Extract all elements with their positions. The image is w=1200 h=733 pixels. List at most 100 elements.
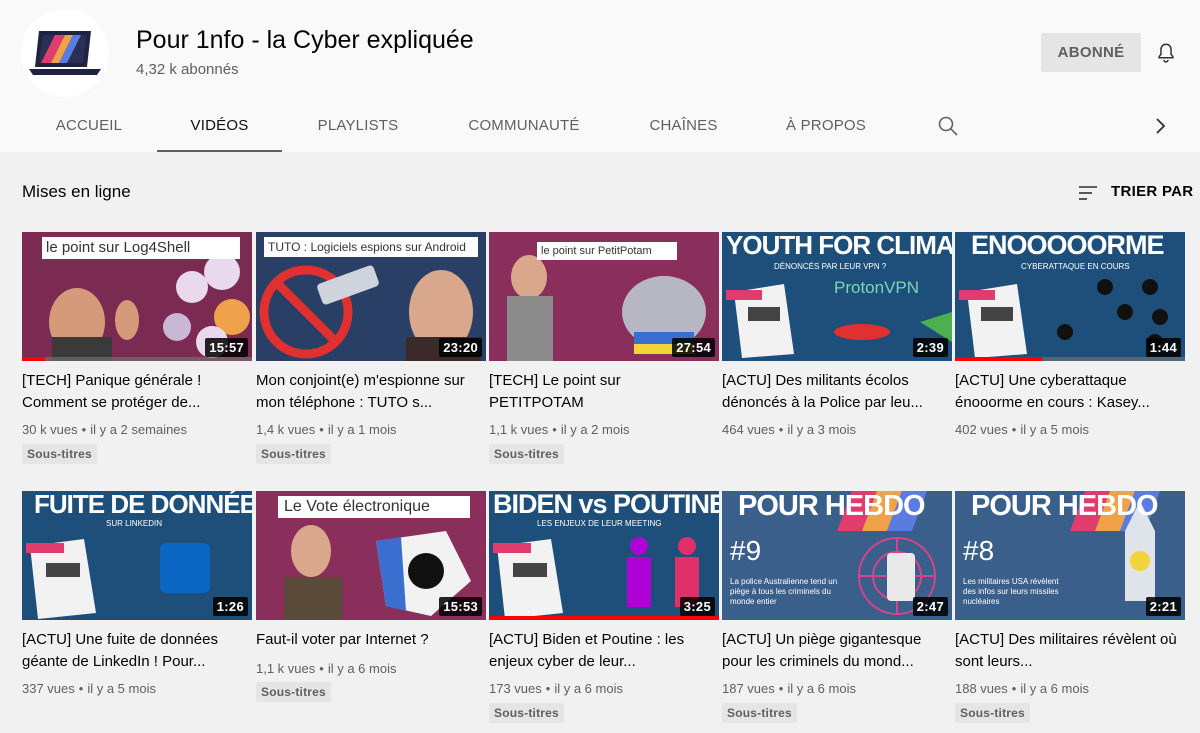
thumbnail-subcaption: La police Australienne tend un piège à t… bbox=[730, 577, 838, 606]
video-meta: 337 vues • il y a 5 mois bbox=[22, 681, 156, 696]
duration-badge: 27:54 bbox=[672, 338, 715, 357]
thumbnail-subcaption: Les militaires USA révèlent des infos su… bbox=[963, 577, 1059, 606]
watch-progress bbox=[955, 357, 1043, 361]
upload-age: il y a 5 mois bbox=[1020, 422, 1089, 437]
view-count: 173 vues bbox=[489, 681, 542, 696]
video-title[interactable]: Mon conjoint(e) m'espionne sur mon télép… bbox=[256, 370, 486, 414]
thumbnail-caption: FUITE DE DONNÉES bbox=[34, 491, 252, 519]
channel-title[interactable]: Pour 1nfo - la Cyber expliquée bbox=[136, 26, 474, 55]
video-thumbnail[interactable]: POUR HEBDO #9 La police Australienne ten… bbox=[722, 491, 952, 620]
subscribed-button[interactable]: ABONNÉ bbox=[1041, 33, 1141, 72]
sort-label: TRIER PAR bbox=[1111, 183, 1194, 200]
video-title[interactable]: [ACTU] Biden et Poutine : les enjeux cyb… bbox=[489, 629, 719, 673]
tab-chaines[interactable]: CHAÎNES bbox=[632, 102, 735, 152]
duration-badge: 23:20 bbox=[439, 338, 482, 357]
subtitles-badge: Sous-titres bbox=[955, 703, 1030, 723]
video-title[interactable]: [ACTU] Des militaires révèlent où sont l… bbox=[955, 629, 1185, 673]
progress-track bbox=[955, 357, 1185, 361]
subtitles-badge: Sous-titres bbox=[256, 444, 331, 464]
thumbnail-extra: ProtonVPN bbox=[834, 278, 920, 297]
view-count: 464 vues bbox=[722, 422, 775, 437]
subtitles-badge: Sous-titres bbox=[722, 703, 797, 723]
channel-header: Pour 1nfo - la Cyber expliquée 4,32 k ab… bbox=[0, 0, 1200, 152]
chevron-right-icon[interactable] bbox=[1148, 114, 1172, 138]
view-count: 1,4 k vues bbox=[256, 422, 316, 437]
video-thumbnail[interactable]: le point sur PetitPotam 27:54 bbox=[489, 232, 719, 361]
video-title[interactable]: [TECH] Le point sur PETITPOTAM bbox=[489, 370, 719, 414]
tab-a-propos[interactable]: À PROPOS bbox=[770, 102, 882, 152]
laptop-logo-icon bbox=[29, 31, 101, 75]
subtitles-badge: Sous-titres bbox=[256, 682, 331, 702]
video-thumbnail[interactable]: POUR HEBDO #8 Les militaires USA révèlen… bbox=[955, 491, 1185, 620]
thumbnail-number: #8 bbox=[963, 535, 995, 566]
thumbnail-subcaption: SUR LINKEDIN bbox=[106, 519, 163, 528]
watch-progress bbox=[489, 616, 719, 620]
thumbnail-caption: BIDEN vs POUTINE bbox=[493, 491, 719, 519]
videos-section: Mises en ligne TRIER PAR le point sur Lo… bbox=[0, 152, 1200, 733]
thumbnail-caption: TUTO : Logiciels espions sur Android bbox=[268, 240, 466, 254]
thumbnail-number: #9 bbox=[730, 535, 762, 566]
duration-badge: 1:44 bbox=[1145, 338, 1181, 357]
tab-communaute[interactable]: COMMUNAUTÉ bbox=[452, 102, 596, 152]
tab-videos[interactable]: VIDÉOS bbox=[157, 102, 282, 152]
view-count: 187 vues bbox=[722, 681, 775, 696]
subtitles-badge: Sous-titres bbox=[489, 703, 564, 723]
subtitles-badge: Sous-titres bbox=[489, 444, 564, 464]
view-count: 1,1 k vues bbox=[256, 661, 316, 676]
video-thumbnail[interactable]: TUTO : Logiciels espions sur Android 23:… bbox=[256, 232, 486, 361]
video-title[interactable]: [ACTU] Un piège gigantesque pour les cri… bbox=[722, 629, 952, 673]
upload-age: il y a 6 mois bbox=[554, 681, 623, 696]
search-icon[interactable] bbox=[936, 114, 960, 138]
duration-badge: 15:57 bbox=[205, 338, 248, 357]
video-thumbnail[interactable]: BIDEN vs POUTINE LES ENJEUX DE LEUR MEET… bbox=[489, 491, 719, 620]
upload-age: il y a 6 mois bbox=[327, 661, 397, 676]
upload-age: il y a 5 mois bbox=[87, 681, 156, 696]
subscriber-count: 4,32 k abonnés bbox=[136, 61, 239, 78]
thumbnail-caption: YOUTH FOR CLIMATE bbox=[726, 232, 952, 260]
progress-track bbox=[22, 357, 252, 361]
video-thumbnail[interactable]: ENOOOOORME CYBERATTAQUE EN COURS 1:44 bbox=[955, 232, 1185, 361]
upload-age: il y a 2 mois bbox=[560, 422, 630, 437]
video-title[interactable]: [ACTU] Une cyberattaque énooorme en cour… bbox=[955, 370, 1185, 414]
video-meta: 188 vues • il y a 6 mois bbox=[955, 681, 1089, 696]
thumbnail-subcaption: LES ENJEUX DE LEUR MEETING bbox=[537, 519, 662, 528]
video-meta: 187 vues • il y a 6 mois bbox=[722, 681, 856, 696]
video-meta: 402 vues • il y a 5 mois bbox=[955, 422, 1089, 437]
thumbnail-caption: le point sur Log4Shell bbox=[46, 239, 191, 256]
video-meta: 173 vues • il y a 6 mois bbox=[489, 681, 623, 696]
thumbnail-caption: ENOOOOORME bbox=[971, 232, 1165, 260]
video-meta: 1,4 k vues • il y a 1 mois bbox=[256, 422, 397, 437]
video-thumbnail[interactable]: le point sur Log4Shell 15:57 bbox=[22, 232, 252, 361]
channel-tabs: ACCUEIL VIDÉOS PLAYLISTS COMMUNAUTÉ CHAÎ… bbox=[0, 102, 1200, 152]
subtitles-badge: Sous-titres bbox=[22, 444, 97, 464]
video-title[interactable]: [ACTU] Une fuite de données géante de Li… bbox=[22, 629, 252, 673]
video-meta: 1,1 k vues • il y a 6 mois bbox=[256, 661, 397, 676]
video-title[interactable]: [ACTU] Des militants écolos dénoncés à l… bbox=[722, 370, 952, 414]
duration-badge: 3:25 bbox=[679, 597, 715, 616]
sort-icon bbox=[1079, 186, 1097, 200]
video-thumbnail[interactable]: Le Vote électronique 15:53 bbox=[256, 491, 486, 620]
progress-track bbox=[489, 616, 719, 620]
view-count: 30 k vues bbox=[22, 422, 78, 437]
watch-progress bbox=[22, 357, 45, 361]
view-count: 1,1 k vues bbox=[489, 422, 549, 437]
video-thumbnail[interactable]: FUITE DE DONNÉES SUR LINKEDIN 1:26 bbox=[22, 491, 252, 620]
bell-icon[interactable] bbox=[1155, 41, 1177, 65]
thumbnail-caption: Le Vote électronique bbox=[284, 498, 430, 515]
upload-age: il y a 1 mois bbox=[327, 422, 397, 437]
upload-age: il y a 6 mois bbox=[1020, 681, 1089, 696]
thumbnail-subcaption: CYBERATTAQUE EN COURS bbox=[1021, 262, 1130, 271]
tab-accueil[interactable]: ACCUEIL bbox=[40, 102, 138, 152]
thumbnail-caption: le point sur PetitPotam bbox=[541, 245, 652, 257]
video-title[interactable]: [TECH] Panique générale ! Comment se pro… bbox=[22, 370, 252, 414]
tab-playlists[interactable]: PLAYLISTS bbox=[298, 102, 418, 152]
thumbnail-caption: POUR HEBDO bbox=[971, 491, 1159, 522]
section-title: Mises en ligne bbox=[22, 182, 131, 201]
video-meta: 30 k vues • il y a 2 semaines bbox=[22, 422, 188, 437]
duration-badge: 15:53 bbox=[439, 597, 482, 616]
view-count: 188 vues bbox=[955, 681, 1008, 696]
channel-avatar[interactable] bbox=[21, 9, 109, 97]
video-thumbnail[interactable]: YOUTH FOR CLIMATE DÉNONCÉS PAR LEUR VPN … bbox=[722, 232, 952, 361]
view-count: 402 vues bbox=[955, 422, 1008, 437]
upload-age: il y a 2 semaines bbox=[90, 422, 188, 437]
